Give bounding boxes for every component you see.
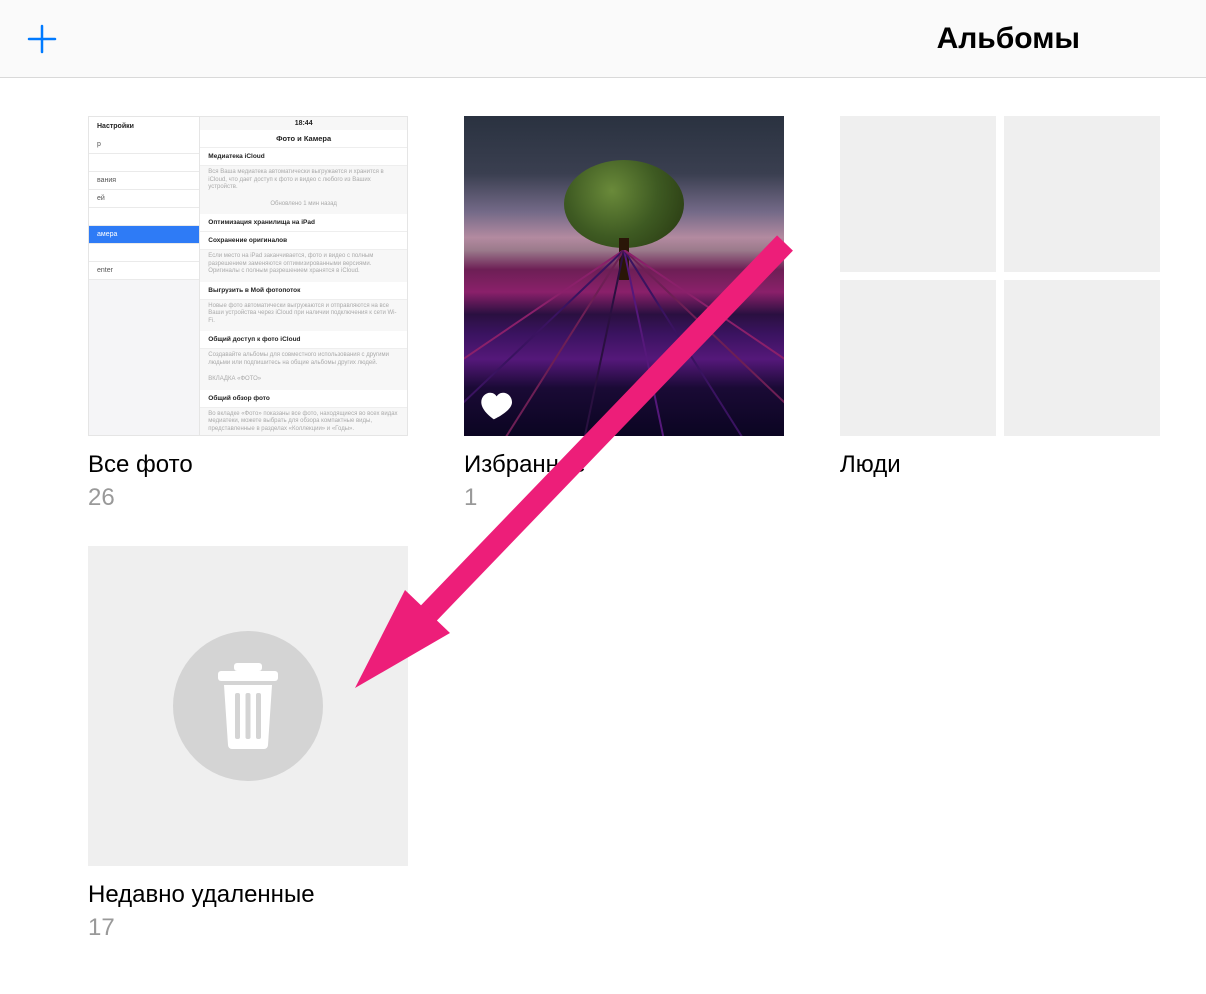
settings-desc: Новые фото автоматически выгружаются и о…	[200, 300, 407, 332]
heart-icon	[478, 390, 514, 422]
settings-desc: ВКЛАДКА «ФОТО»	[200, 373, 407, 390]
albums-content: Настройки р вания ей амера enter 18:44 Ф…	[0, 78, 1206, 980]
settings-sidebar-head: Настройки	[89, 117, 199, 136]
people-tile	[1004, 280, 1160, 436]
settings-item: Общий доступ к фото iCloud	[200, 331, 407, 349]
settings-main: 18:44 Фото и Камера Медиатека iCloud Вся…	[200, 117, 407, 435]
album-count: 26	[88, 484, 408, 512]
album-people[interactable]: Люди	[840, 116, 1160, 512]
trash-circle	[173, 631, 323, 781]
settings-desc: Во вкладке «Фото» показаны все фото, нах…	[200, 408, 407, 437]
status-time: 18:44	[200, 117, 407, 130]
settings-main-head: Фото и Камера	[200, 130, 407, 148]
settings-item: Оптимизация хранилища на iPad	[200, 214, 407, 232]
album-all-photos[interactable]: Настройки р вания ей амера enter 18:44 Ф…	[88, 116, 408, 512]
plus-icon	[26, 23, 58, 55]
settings-row	[89, 244, 199, 262]
settings-row: enter	[89, 262, 199, 280]
trash-icon	[212, 663, 284, 749]
page-title: Альбомы	[937, 22, 1080, 56]
album-title: Люди	[840, 450, 1160, 480]
album-title: Недавно удаленные	[88, 880, 408, 910]
settings-item: Сохранение оригиналов	[200, 232, 407, 250]
header-bar: Альбомы	[0, 0, 1206, 78]
settings-row	[89, 208, 199, 226]
album-thumbnail: Настройки р вания ей амера enter 18:44 Ф…	[88, 116, 408, 436]
settings-row: р	[89, 136, 199, 154]
albums-grid: Настройки р вания ей амера enter 18:44 Ф…	[88, 116, 1118, 942]
settings-desc: Обновлено 1 мин назад	[200, 198, 407, 215]
settings-desc: Вся Ваша медиатека автоматически выгружа…	[200, 166, 407, 198]
album-recently-deleted[interactable]: Недавно удаленные 17	[88, 546, 408, 942]
settings-desc: Создавайте альбомы для совместного испол…	[200, 349, 407, 373]
people-tile	[1004, 116, 1160, 272]
settings-sidebar: Настройки р вания ей амера enter	[89, 117, 200, 435]
album-thumbnail	[88, 546, 408, 866]
settings-item: Общий обзор фото	[200, 390, 407, 408]
settings-row	[89, 154, 199, 172]
album-count: 1	[464, 484, 784, 512]
album-count: 17	[88, 914, 408, 942]
people-tile	[840, 280, 996, 436]
album-favorites[interactable]: Избранное 1	[464, 116, 784, 512]
settings-row: вания	[89, 172, 199, 190]
settings-row: ей	[89, 190, 199, 208]
settings-item: Выгрузить в Мой фотопоток	[200, 282, 407, 300]
settings-row-selected: амера	[89, 226, 199, 244]
album-thumbnail	[840, 116, 1160, 436]
album-thumbnail	[464, 116, 784, 436]
add-album-button[interactable]	[24, 21, 60, 57]
settings-item: Медиатека iCloud	[200, 148, 407, 166]
settings-desc: Если место на iPad заканчивается, фото и…	[200, 250, 407, 282]
people-tile	[840, 116, 996, 272]
album-title: Избранное	[464, 450, 784, 480]
album-title: Все фото	[88, 450, 408, 480]
